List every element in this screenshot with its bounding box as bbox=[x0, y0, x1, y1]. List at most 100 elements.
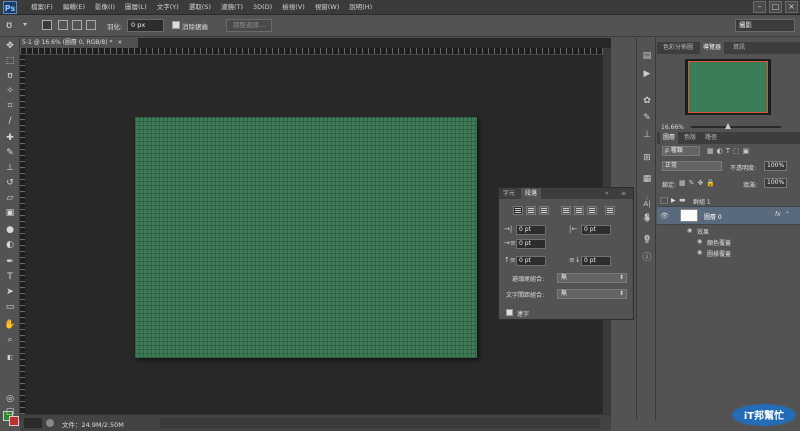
effect-row-pattern-overlay[interactable]: ◉ 圖樣覆蓋 bbox=[657, 247, 800, 258]
panel-menu-icon[interactable]: ≡ bbox=[617, 188, 630, 199]
align-center-button[interactable] bbox=[526, 206, 536, 215]
tab-info[interactable]: 資訊 bbox=[730, 42, 748, 54]
type-tool-icon[interactable]: T bbox=[4, 271, 16, 283]
navigator-zoom-slider[interactable] bbox=[691, 126, 781, 128]
status-info-icon[interactable] bbox=[46, 419, 54, 427]
add-selection-icon[interactable] bbox=[58, 20, 68, 30]
shape-tool-icon[interactable]: ▭ bbox=[4, 301, 16, 313]
gradient-tool-icon[interactable]: ▣ bbox=[4, 207, 16, 219]
kinsoku-select[interactable]: 無 ⬍ bbox=[557, 273, 627, 283]
collapse-panel-icon[interactable]: » bbox=[601, 188, 613, 199]
layer-filter-select[interactable]: ρ 種類 bbox=[662, 146, 700, 156]
navigator-slider-knob[interactable] bbox=[725, 123, 731, 129]
zoom-tool-icon[interactable]: ⌕ bbox=[4, 334, 16, 346]
clone-source-panel-icon[interactable]: ⊥ bbox=[641, 129, 653, 141]
document-tab-close-icon[interactable]: × bbox=[117, 39, 122, 46]
effects-row[interactable]: ◉ 效果 bbox=[657, 225, 800, 236]
close-button[interactable]: × bbox=[785, 1, 798, 13]
justify-last-left-button[interactable] bbox=[561, 206, 571, 215]
blend-mode-select[interactable]: 正常 bbox=[662, 161, 722, 171]
new-selection-icon[interactable] bbox=[42, 20, 52, 30]
paragraph-panel-icon[interactable]: ¶ bbox=[641, 212, 653, 224]
history-brush-icon[interactable]: ↺ bbox=[4, 177, 16, 189]
antialias-checkbox[interactable] bbox=[172, 21, 180, 29]
screen-mode-icon[interactable]: ▢ bbox=[4, 406, 16, 418]
dodge-tool-icon[interactable]: ◐ bbox=[4, 239, 16, 251]
space-after-field[interactable]: 0 pt bbox=[581, 256, 611, 266]
hand-tool-icon[interactable]: ✋ bbox=[4, 319, 16, 331]
justify-last-center-button[interactable] bbox=[574, 206, 584, 215]
preset-dropdown-icon[interactable] bbox=[23, 23, 27, 26]
menu-image[interactable]: 影像(I) bbox=[90, 0, 120, 15]
layer-visibility-eye-icon[interactable]: 👁 bbox=[660, 212, 669, 220]
tab-layers[interactable]: 圖層 bbox=[660, 132, 679, 144]
healing-brush-icon[interactable]: ✚ bbox=[4, 132, 16, 144]
lasso-tool-icon[interactable]: ʊ bbox=[4, 70, 16, 82]
effects-eye-icon[interactable]: ◉ bbox=[687, 227, 692, 234]
character-panel-icon[interactable]: A| bbox=[641, 198, 653, 210]
layer-expand-icon[interactable]: ⌃ bbox=[785, 211, 790, 218]
eyedropper-icon[interactable]: ∕ bbox=[4, 115, 16, 127]
move-tool-icon[interactable]: ✥ bbox=[4, 40, 16, 52]
document-tab[interactable]: 5-1 @ 16.6% (圖層 0, RGB/8) * × bbox=[20, 38, 138, 48]
opacity-field[interactable]: 100% bbox=[764, 161, 787, 171]
swatches-panel-icon[interactable]: ▦ bbox=[641, 173, 653, 185]
zoom-field[interactable] bbox=[24, 418, 42, 428]
fill-field[interactable]: 100% bbox=[764, 178, 787, 188]
layer-fx-badge[interactable]: fx bbox=[775, 211, 781, 218]
menu-select[interactable]: 選取(S) bbox=[184, 0, 216, 15]
feather-input[interactable]: 0 px bbox=[127, 19, 164, 32]
indent-left-field[interactable]: 0 pt bbox=[516, 225, 546, 235]
effect-row-color-overlay[interactable]: ◉ 顏色覆蓋 bbox=[657, 236, 800, 247]
layer-filter-icons[interactable]: ▦◐T⬚▣ bbox=[707, 147, 752, 155]
align-right-button[interactable] bbox=[539, 206, 549, 215]
indent-first-line-field[interactable]: 0 pt bbox=[516, 239, 546, 249]
timeline-panel-icon[interactable]: ⚲ bbox=[641, 234, 653, 246]
space-before-field[interactable]: 0 pt bbox=[516, 256, 546, 266]
magic-wand-icon[interactable]: ✧ bbox=[4, 85, 16, 97]
crop-tool-icon[interactable]: ⌗ bbox=[4, 100, 16, 112]
menu-help[interactable]: 說明(H) bbox=[344, 0, 377, 15]
menu-file[interactable]: 檔案(F) bbox=[26, 0, 58, 15]
menu-view[interactable]: 檢視(V) bbox=[277, 0, 310, 15]
indent-right-field[interactable]: 0 pt bbox=[581, 225, 611, 235]
color-overlay-eye-icon[interactable]: ◉ bbox=[697, 238, 702, 245]
tab-histogram[interactable]: 色彩分佈圖 bbox=[660, 42, 696, 54]
tab-navigator[interactable]: 導覽器 bbox=[700, 42, 725, 54]
intersect-selection-icon[interactable] bbox=[86, 20, 96, 30]
blur-tool-icon[interactable]: ● bbox=[4, 224, 16, 236]
group-visibility-icon[interactable] bbox=[660, 197, 668, 204]
menu-window[interactable]: 視窗(W) bbox=[310, 0, 345, 15]
justify-last-right-button[interactable] bbox=[587, 206, 597, 215]
path-selection-icon[interactable]: ➤ bbox=[4, 286, 16, 298]
lasso-preset-icon[interactable]: ʊ bbox=[6, 19, 22, 32]
brush-tool-icon[interactable]: ✎ bbox=[4, 147, 16, 159]
actions-panel-icon[interactable]: ▶ bbox=[641, 68, 653, 80]
menu-edit[interactable]: 編輯(E) bbox=[58, 0, 90, 15]
tab-paths[interactable]: 路徑 bbox=[702, 132, 720, 144]
adjustments-panel-icon[interactable]: ✿ bbox=[641, 95, 653, 107]
tab-paragraph[interactable]: 段落 bbox=[521, 188, 542, 199]
restore-button[interactable]: □ bbox=[769, 1, 782, 13]
layer-row-group[interactable]: ▶ ▬ 群組 1 bbox=[657, 194, 800, 207]
clone-stamp-icon[interactable]: ⊥ bbox=[4, 162, 16, 174]
default-colors-icon[interactable]: ◧ bbox=[4, 352, 16, 364]
eraser-tool-icon[interactable]: ▱ bbox=[4, 192, 16, 204]
hyphenate-checkbox[interactable] bbox=[506, 309, 513, 316]
group-expand-icon[interactable]: ▶ bbox=[671, 197, 676, 204]
tab-channels[interactable]: 色版 bbox=[681, 132, 699, 144]
horizontal-scrollbar[interactable] bbox=[160, 418, 600, 428]
minimize-button[interactable]: – bbox=[753, 1, 766, 13]
properties-panel-icon[interactable]: ⊞ bbox=[641, 152, 653, 164]
pattern-overlay-eye-icon[interactable]: ◉ bbox=[697, 249, 702, 256]
lock-icons[interactable]: ▦✎✥🔒 bbox=[679, 179, 718, 187]
tab-character[interactable]: 字元 bbox=[499, 188, 520, 199]
document-canvas[interactable] bbox=[135, 117, 477, 358]
menu-3d[interactable]: 3D(D) bbox=[248, 0, 277, 15]
marquee-tool-icon[interactable]: ⬚ bbox=[4, 55, 16, 67]
menu-layer[interactable]: 圖層(L) bbox=[120, 0, 152, 15]
subtract-selection-icon[interactable] bbox=[72, 20, 82, 30]
brush-panel-icon[interactable]: ✎ bbox=[641, 112, 653, 124]
mojikumi-select[interactable]: 無 ⬍ bbox=[557, 289, 627, 299]
quick-mask-icon[interactable]: ◎ bbox=[4, 393, 16, 405]
